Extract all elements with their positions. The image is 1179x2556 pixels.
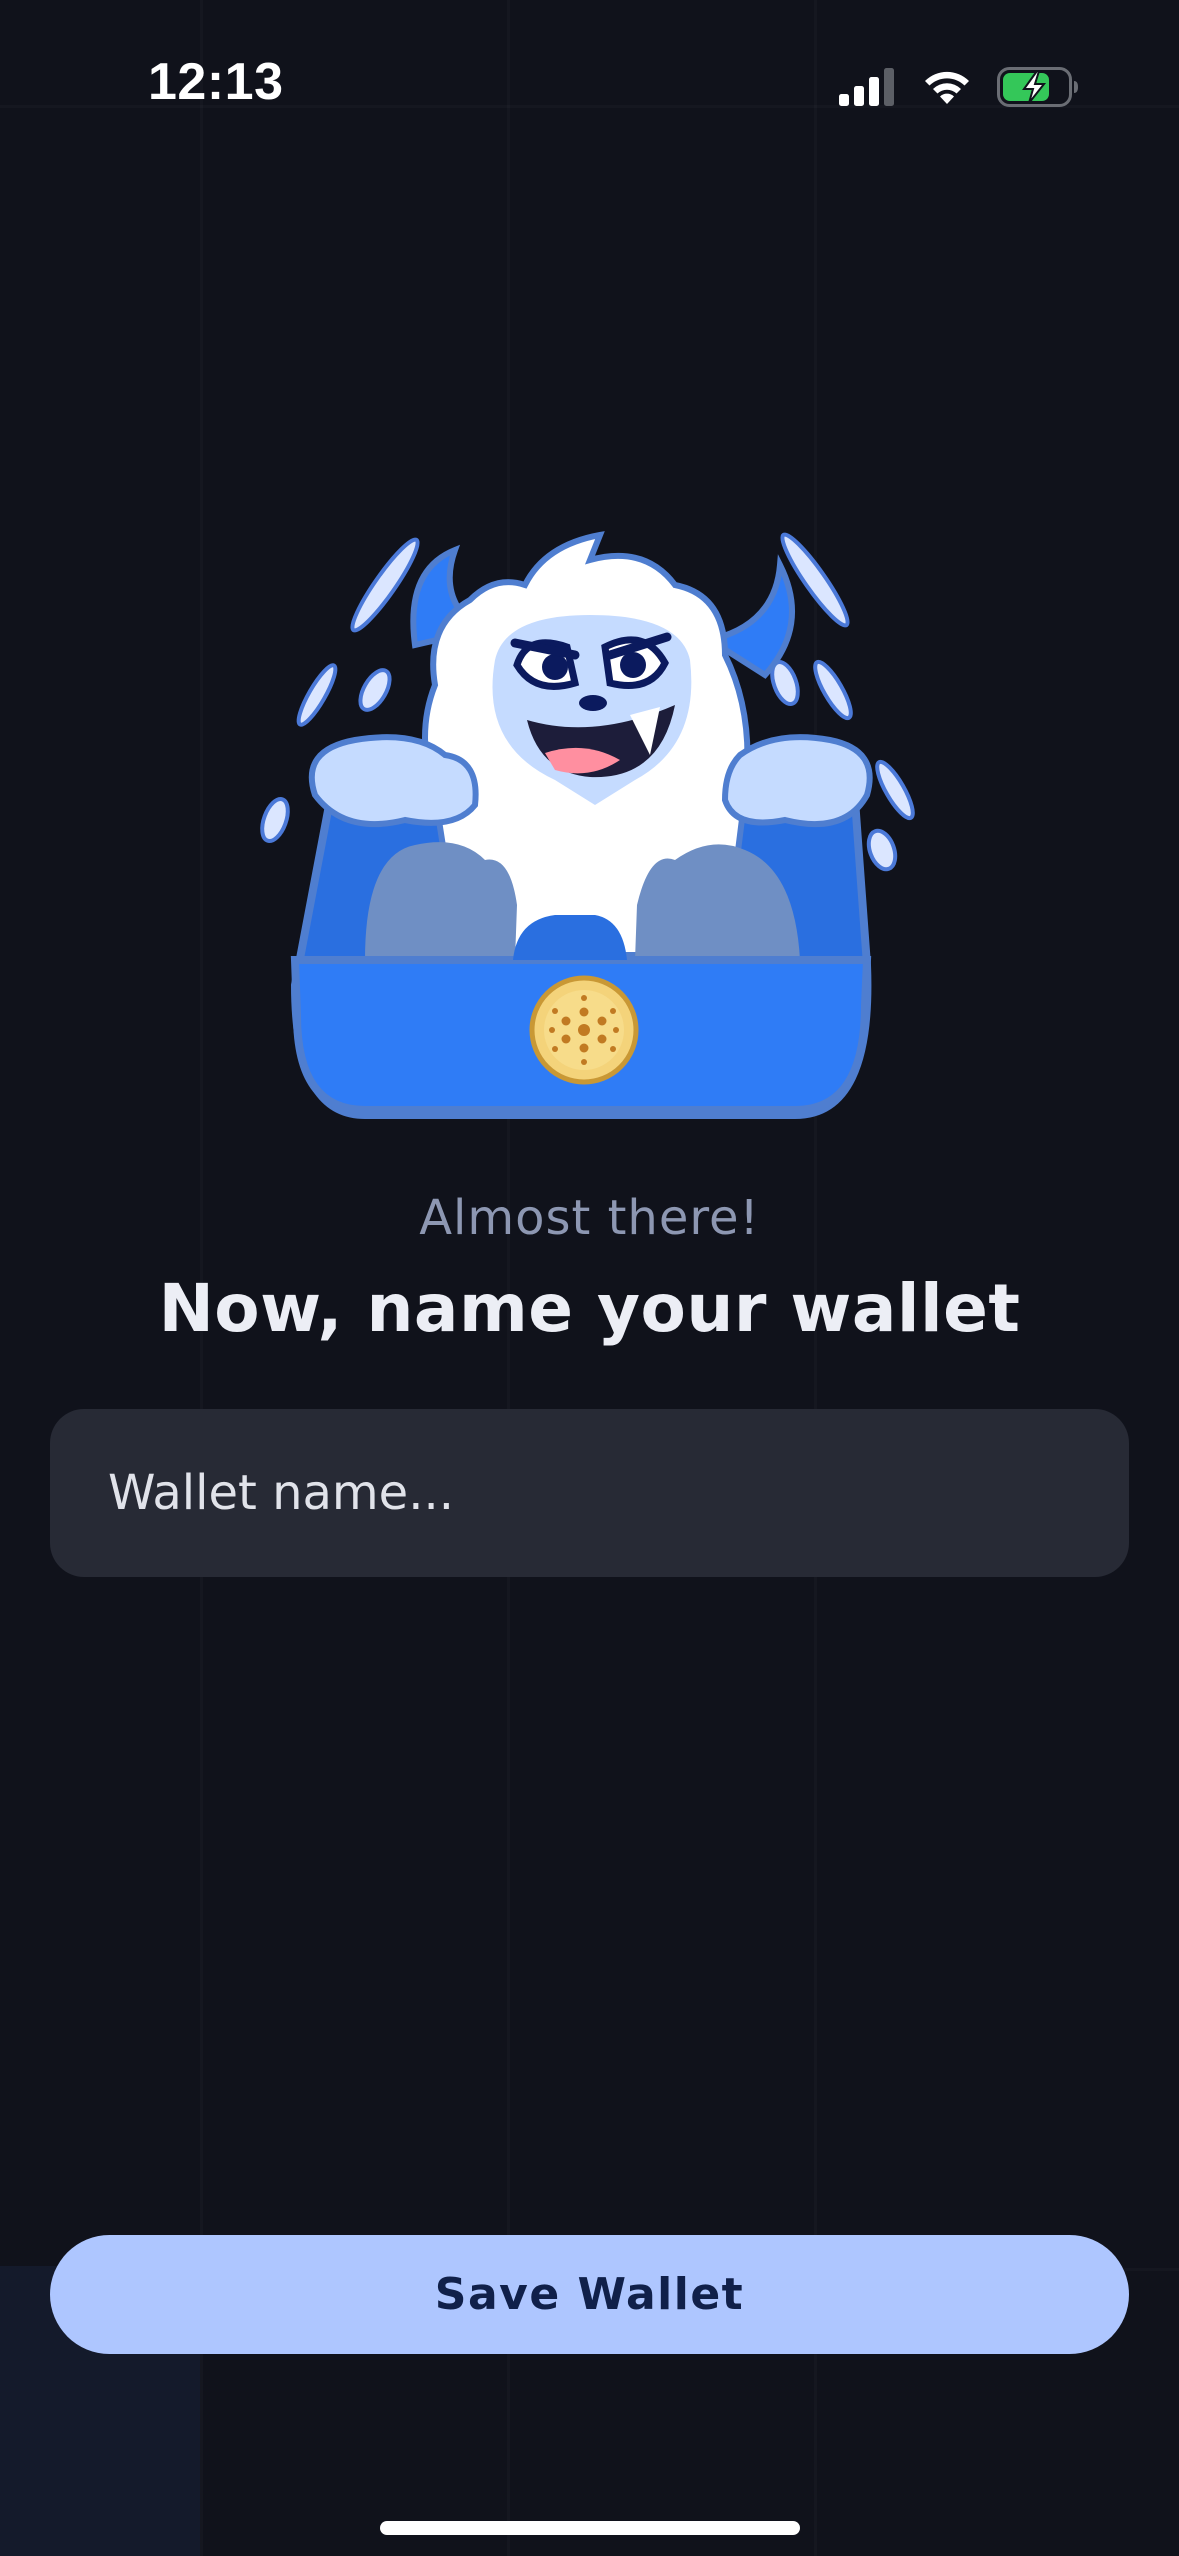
status-bar: 12:13 [0,0,1179,175]
home-indicator[interactable] [380,2521,800,2535]
wallet-name-field[interactable] [50,1409,1129,1577]
battery-charging-icon [997,67,1078,107]
cellular-signal-icon [839,68,894,106]
wifi-icon [925,71,969,104]
status-time: 12:13 [148,53,284,111]
page-title: Now, name your wallet [158,1270,1021,1347]
wallet-naming-screen: 12:13 Almost there! Now, name your walle… [0,0,1179,2556]
wallet-name-input[interactable] [108,1465,1071,1521]
save-wallet-button[interactable]: Save Wallet [50,2235,1129,2354]
status-icons [839,62,1079,112]
onboarding-subtitle: Almost there! [419,1190,760,1246]
yeti-wallet-mascot-icon [260,531,915,1119]
